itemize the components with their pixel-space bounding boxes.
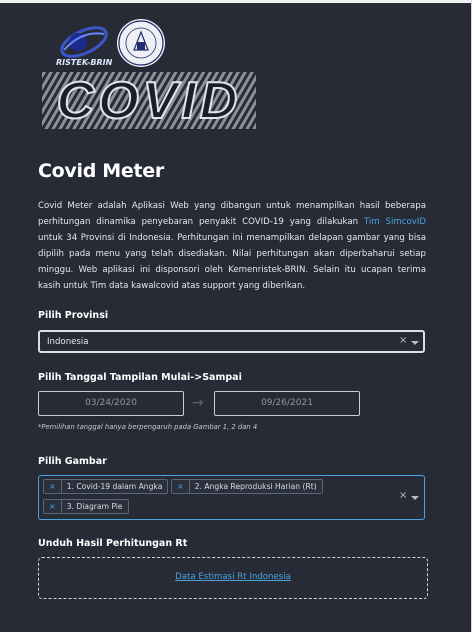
provinsi-label: Pilih Provinsi [38,310,109,321]
description-text-continued: untuk 34 Provinsi di Indonesia. Perhitun… [38,233,426,291]
gambar-multiselect[interactable]: × 1. Covid-19 dalam Angka × 2. Angka Rep… [38,475,425,520]
chip-label: 1. Covid-19 dalam Angka [66,482,163,491]
header-logos: RISTEK-BRIN COVID [38,18,260,133]
selected-chip[interactable]: × 3. Diagram Pie [43,499,129,514]
unduh-label: Unduh Hasil Perhitungan Rt [38,538,188,549]
chip-label: 3. Diagram Pie [66,502,123,511]
svg-text:COVID: COVID [57,72,242,130]
date-note: *Pemilihan tanggal hanya berpengaruh pad… [38,423,258,431]
gambar-label: Pilih Gambar [38,456,107,467]
provinsi-select[interactable]: Indonesia × [38,330,425,353]
selected-chip[interactable]: × 2. Angka Reproduksi Harian (Rt) [171,479,323,494]
covid-logo: COVID [42,71,256,131]
app-description: Covid Meter adalah Aplikasi Web yang dib… [38,198,426,294]
download-dropzone: Data Estimasi Rt Indonesia [38,557,428,599]
end-date-input[interactable]: 09/26/2021 [214,391,360,416]
selected-chip[interactable]: × 1. Covid-19 dalam Angka [43,479,169,494]
remove-chip-icon[interactable]: × [172,480,190,493]
chip-label: 2. Angka Reproduksi Harian (Rt) [194,482,317,491]
clear-icon[interactable]: × [399,335,407,346]
ristek-brin-wordmark: RISTEK-BRIN [56,58,113,67]
top-border [0,0,472,3]
tim-simcovid-link[interactable]: Tim SimcovID [364,217,426,227]
itb-seal-logo [117,19,165,67]
remove-chip-icon[interactable]: × [44,480,62,493]
chevron-down-icon[interactable] [411,496,419,500]
chevron-down-icon[interactable] [411,341,419,345]
clear-icon[interactable]: × [399,490,407,501]
download-rt-link[interactable]: Data Estimasi Rt Indonesia [39,572,427,582]
provinsi-selected-value: Indonesia [47,337,89,347]
date-range-arrow-icon: → [192,395,204,411]
page-title: Covid Meter [38,160,164,182]
remove-chip-icon[interactable]: × [44,500,62,513]
tanggal-label: Pilih Tanggal Tampilan Mulai->Sampai [38,372,242,383]
start-date-input[interactable]: 03/24/2020 [38,391,184,416]
